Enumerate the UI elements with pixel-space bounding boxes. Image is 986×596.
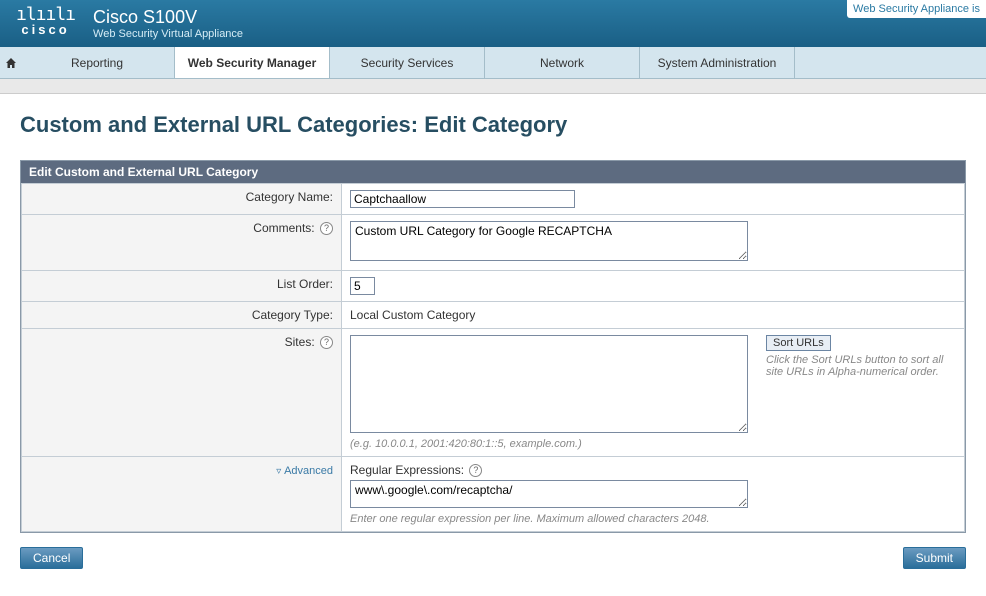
label-comments: Comments: ? <box>22 215 342 271</box>
cisco-logo: ılıılı cisco <box>6 10 85 37</box>
label-list-order: List Order: <box>22 271 342 302</box>
topbar: ılıılı cisco Cisco S100V Web Security Vi… <box>0 0 986 47</box>
cancel-button[interactable]: Cancel <box>20 547 83 569</box>
subbar <box>0 79 986 94</box>
content: Custom and External URL Categories: Edit… <box>0 94 986 587</box>
category-type-value: Local Custom Category <box>342 302 965 329</box>
sites-hint: (e.g. 10.0.0.1, 2001:420:80:1::5, exampl… <box>350 438 748 450</box>
label-category-name: Category Name: <box>22 184 342 215</box>
nav-web-security-manager[interactable]: Web Security Manager <box>175 47 330 78</box>
submit-button[interactable]: Submit <box>903 547 966 569</box>
advanced-toggle[interactable]: Advanced <box>276 465 333 477</box>
help-icon[interactable]: ? <box>320 336 333 349</box>
label-advanced: Advanced <box>22 457 342 532</box>
sort-help: Click the Sort URLs button to sort all s… <box>766 354 956 378</box>
sites-textarea[interactable] <box>350 335 748 433</box>
regex-hint: Enter one regular expression per line. M… <box>350 513 956 525</box>
product-title-sub: Web Security Virtual Appliance <box>93 28 243 40</box>
top-right-tab: Web Security Appliance is <box>847 0 986 18</box>
cisco-logo-icon: ılıılı <box>16 10 75 20</box>
comments-textarea[interactable] <box>350 221 748 261</box>
cisco-logo-text: cisco <box>21 22 69 37</box>
category-name-input[interactable] <box>350 190 575 208</box>
nav-network[interactable]: Network <box>485 47 640 78</box>
home-icon[interactable] <box>2 47 20 78</box>
list-order-input[interactable] <box>350 277 375 295</box>
nav-system-administration[interactable]: System Administration <box>640 47 795 78</box>
nav-reporting[interactable]: Reporting <box>20 47 175 78</box>
label-sites: Sites: ? <box>22 329 342 457</box>
help-icon[interactable]: ? <box>320 222 333 235</box>
sort-urls-button[interactable]: Sort URLs <box>766 335 831 351</box>
product-title-main: Cisco S100V <box>93 7 243 28</box>
nav-security-services[interactable]: Security Services <box>330 47 485 78</box>
edit-panel: Edit Custom and External URL Category Ca… <box>20 160 966 533</box>
panel-header: Edit Custom and External URL Category <box>21 161 965 183</box>
product-title: Cisco S100V Web Security Virtual Applian… <box>93 7 243 40</box>
navbar: Reporting Web Security Manager Security … <box>0 47 986 79</box>
label-regex: Regular Expressions: ? <box>350 463 956 477</box>
help-icon[interactable]: ? <box>469 464 482 477</box>
label-category-type: Category Type: <box>22 302 342 329</box>
regex-textarea[interactable] <box>350 480 748 508</box>
form-table: Category Name: Comments: ? List Order: <box>21 183 965 532</box>
button-row: Cancel Submit <box>20 547 966 569</box>
page-title: Custom and External URL Categories: Edit… <box>20 112 966 138</box>
